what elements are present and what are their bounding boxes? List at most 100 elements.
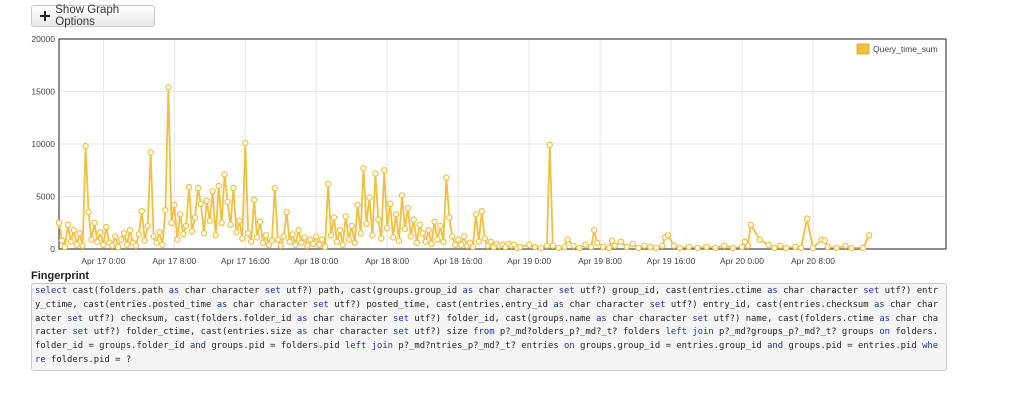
data-point	[103, 223, 110, 231]
data-point	[91, 219, 98, 226]
data-point	[250, 196, 258, 203]
data-point	[404, 204, 412, 212]
data-point	[765, 241, 772, 248]
data-point	[191, 214, 199, 221]
data-point	[354, 201, 361, 209]
data-point	[440, 238, 447, 245]
data-point	[289, 231, 296, 238]
data-point	[384, 224, 391, 232]
data-point	[324, 180, 332, 188]
data-point	[478, 207, 485, 215]
data-point	[321, 243, 329, 251]
data-point	[363, 220, 370, 227]
data-point	[543, 242, 551, 249]
data-point	[582, 241, 589, 248]
data-point	[126, 226, 134, 234]
data-point	[162, 206, 169, 214]
data-point	[738, 243, 746, 251]
data-point	[88, 236, 95, 243]
data-point	[316, 241, 323, 248]
data-point	[174, 236, 181, 243]
data-point	[330, 214, 338, 221]
data-point	[182, 222, 190, 230]
data-point	[670, 242, 678, 249]
x-tick-label: Apr 17 16:00	[221, 256, 270, 266]
data-point	[783, 244, 790, 252]
x-tick-label: Apr 19 0:00	[507, 256, 551, 266]
data-point	[591, 226, 598, 234]
data-point	[434, 236, 441, 243]
data-point	[179, 231, 187, 238]
data-point	[123, 241, 131, 248]
y-tick-label: 10000	[31, 139, 55, 149]
legend-swatch	[856, 43, 870, 55]
data-point	[156, 228, 163, 236]
data-point	[437, 222, 444, 230]
data-point	[525, 241, 533, 248]
data-point	[797, 244, 805, 252]
data-point	[472, 211, 480, 218]
data-point	[168, 219, 175, 226]
show-graph-options-button[interactable]: Show Graph Options	[31, 4, 155, 28]
data-point	[230, 184, 237, 192]
data-point	[197, 200, 205, 207]
data-point	[416, 221, 423, 228]
data-point	[298, 239, 305, 246]
data-point	[85, 209, 92, 216]
data-point	[271, 184, 278, 192]
show-graph-options-label: Show Graph Options	[55, 4, 120, 28]
x-tick-label: Apr 18 0:00	[294, 256, 338, 266]
query-time-chart: 0 5000 10000 15000 20000 Apr 17 0:00 Apr 17 8:…	[31, 34, 947, 266]
x-tick-label: Apr 17 8:00	[152, 256, 196, 266]
data-point	[555, 244, 562, 252]
data-point	[821, 237, 829, 244]
data-point	[537, 244, 545, 252]
data-point	[242, 139, 249, 147]
data-point	[455, 236, 462, 243]
data-point	[336, 226, 344, 234]
data-point	[244, 230, 252, 237]
data-point	[209, 188, 216, 195]
x-tick-label: Apr 17 0:00	[81, 256, 125, 266]
data-point	[239, 235, 246, 242]
data-point	[747, 221, 755, 228]
data-point	[517, 243, 524, 251]
data-point	[419, 230, 426, 237]
data-point	[369, 232, 376, 239]
data-point	[372, 170, 379, 177]
data-point	[253, 234, 261, 241]
data-point	[842, 242, 849, 249]
y-tick-label: 0	[50, 244, 55, 254]
fingerprint-label: Fingerprint	[31, 270, 90, 282]
data-point	[475, 238, 482, 245]
data-point	[729, 244, 737, 252]
x-tick-label: Apr 19 16:00	[647, 256, 696, 266]
data-point	[487, 238, 494, 245]
data-point	[82, 142, 89, 150]
data-point	[280, 233, 287, 240]
data-point	[549, 242, 557, 249]
data-point	[386, 200, 394, 207]
data-point	[653, 244, 660, 252]
data-point	[135, 231, 142, 238]
data-point	[469, 243, 477, 251]
data-point	[206, 217, 213, 224]
data-point	[283, 209, 290, 216]
data-point	[194, 184, 202, 192]
data-point	[431, 218, 438, 225]
data-point	[452, 241, 459, 248]
data-point	[221, 171, 228, 178]
data-point	[262, 232, 270, 239]
data-point	[848, 244, 855, 252]
data-point	[286, 238, 293, 245]
data-point	[203, 197, 210, 204]
data-point	[114, 243, 122, 251]
data-point	[185, 183, 193, 191]
data-point	[176, 211, 184, 218]
data-point	[304, 242, 311, 249]
data-point	[268, 237, 276, 244]
data-point	[457, 241, 465, 248]
data-point	[67, 238, 75, 245]
data-point	[61, 243, 69, 251]
data-point	[333, 238, 341, 245]
